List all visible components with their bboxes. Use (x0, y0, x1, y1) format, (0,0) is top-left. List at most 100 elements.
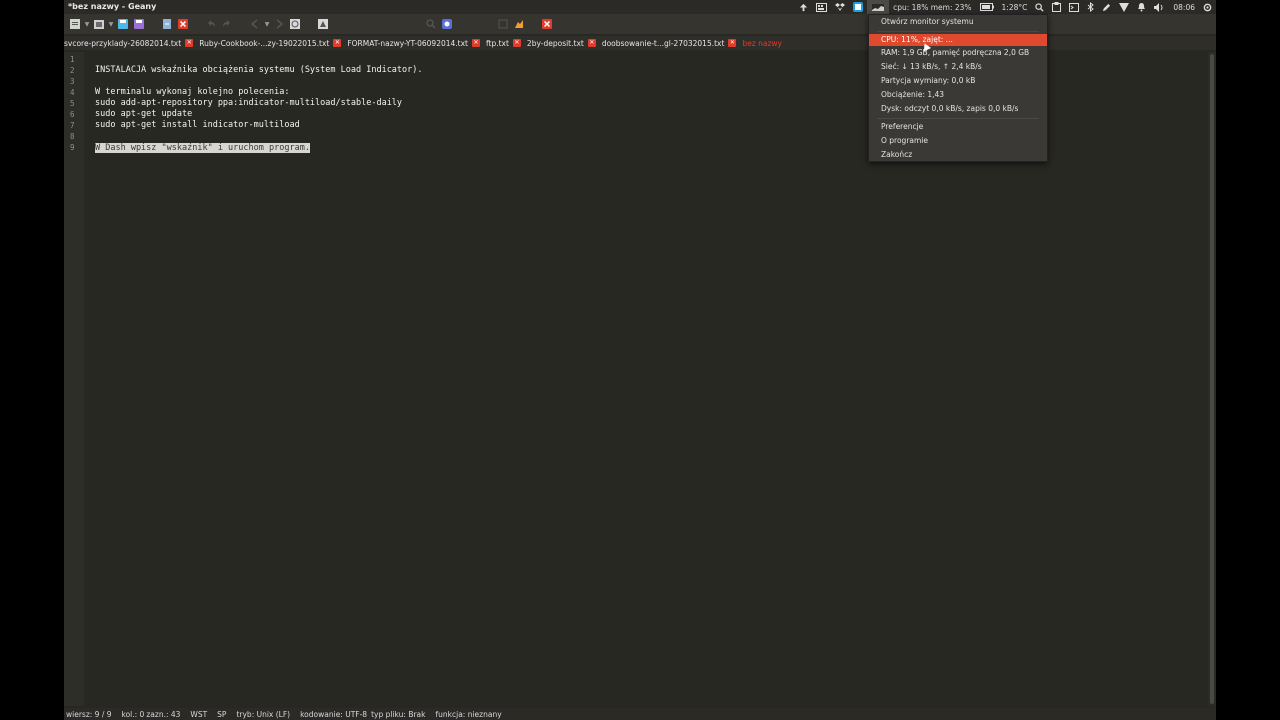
menu-item-network[interactable]: Sieć: ↓ 13 kB/s, ↑ 2,4 kB/s (881, 62, 982, 71)
pen-icon[interactable] (1098, 0, 1115, 14)
code-line-selected[interactable]: W Dash wpisz "wskaźnik" i uruchom progra… (95, 143, 310, 153)
status-col: kol.: 0 (121, 709, 145, 719)
new-file-button[interactable] (68, 17, 82, 31)
line-number: 5 (70, 99, 75, 108)
status-bar: wiersz: 9 / 9 kol.: 0 zazn.: 43 WST SP t… (64, 708, 1216, 720)
tab-document[interactable]: doobsowanie-t...gl-27032015.txt ✕ (602, 36, 743, 50)
tab-label: FORMAT-nazwy-YT-06092014.txt (347, 38, 468, 48)
app-indicator-icon[interactable] (849, 0, 867, 14)
menu-item-open-monitor[interactable]: Otwórz monitor systemu (881, 17, 974, 26)
menu-separator (877, 31, 1039, 32)
tab-document[interactable]: ftp.txt ✕ (486, 36, 527, 50)
code-line[interactable]: sudo apt-get install indicator-multiload (95, 120, 300, 130)
save-button[interactable] (116, 17, 130, 31)
line-number: 1 (70, 55, 75, 64)
search-icon[interactable] (1031, 0, 1048, 14)
top-panel: cpu: 18% mem: 23% 1:28°C 08:06 (795, 0, 1216, 14)
line-number: 3 (70, 77, 75, 86)
menu-item-about[interactable]: O programie (881, 136, 928, 145)
compile-button[interactable] (288, 17, 302, 31)
status-line: wiersz: 9 / 9 (66, 709, 112, 719)
status-encoding: kodowanie: UTF-8 (300, 709, 368, 719)
menu-item-swap[interactable]: Partycja wymiany: 0,0 kB (881, 76, 975, 85)
menu-item-cpu[interactable]: CPU: 11%, zajęt: ... (869, 34, 1047, 46)
navigate-back-button[interactable] (248, 17, 262, 31)
notification-bell-icon[interactable] (1133, 0, 1150, 14)
tab-document[interactable]: svcore-przyklady-26082014.txt ✕ (64, 36, 199, 50)
system-load-indicator-menu: Otwórz monitor systemu CPU: 11%, zajęt: … (868, 14, 1048, 162)
tab-close-icon[interactable]: ✕ (185, 39, 194, 47)
tab-close-icon[interactable]: ✕ (512, 39, 521, 47)
tab-document[interactable]: 2by-deposit.txt ✕ (527, 36, 602, 50)
temperature-text[interactable]: 1:28°C (998, 0, 1032, 14)
letterbox-right (1216, 0, 1280, 720)
code-line[interactable]: W terminalu wykonaj kolejno polecenia: (95, 87, 289, 97)
tab-label: bez nazwy (742, 38, 782, 48)
status-filetype: typ pliku: Brak (371, 709, 426, 719)
volume-icon[interactable] (1150, 0, 1169, 14)
editor-scrollbar[interactable] (1208, 52, 1216, 706)
terminal-icon[interactable] (1065, 0, 1083, 14)
menu-item-ram[interactable]: RAM: 1,9 GB, pamięć podręczna 2,0 GB (881, 48, 1029, 57)
power-gear-icon[interactable] (1199, 0, 1216, 14)
line-number: 4 (70, 88, 75, 97)
search-field-button[interactable] (424, 17, 438, 31)
tab-label: svcore-przyklady-26082014.txt (64, 38, 182, 48)
line-number: 9 (70, 143, 75, 152)
tab-close-icon[interactable]: ✕ (333, 39, 342, 47)
line-number: 6 (70, 110, 75, 119)
revert-button[interactable] (160, 17, 174, 31)
tab-document[interactable]: Ruby-Cookbook-...zy-19022015.txt ✕ (199, 36, 347, 50)
code-line[interactable]: sudo add-apt-repository ppa:indicator-mu… (95, 98, 402, 108)
status-selection: zazn.: 43 (146, 709, 181, 719)
quit-button[interactable] (540, 17, 554, 31)
clock-text[interactable]: 08:06 (1169, 0, 1199, 14)
status-indent: SP (217, 709, 227, 719)
battery-icon[interactable] (976, 0, 998, 14)
tab-label: 2by-deposit.txt (526, 38, 584, 48)
undo-button[interactable] (204, 17, 218, 31)
color-chooser-button[interactable] (512, 17, 526, 31)
multiload-graph-icon[interactable] (867, 0, 890, 14)
open-file-button[interactable] (92, 17, 106, 31)
navigate-forward-button[interactable] (272, 17, 286, 31)
line-number: 8 (70, 132, 75, 141)
menu-item-preferences[interactable]: Preferencje (881, 122, 923, 131)
status-eol-mode: tryb: Unix (LF) (236, 709, 291, 719)
menu-item-disk[interactable]: Dysk: odczyt 0,0 kB/s, zapis 0,0 kB/s (881, 104, 1018, 113)
goto-line-button[interactable] (496, 17, 510, 31)
keyboard-icon[interactable] (812, 0, 831, 14)
menu-separator (877, 118, 1039, 119)
tab-document[interactable]: FORMAT-nazwy-YT-06092014.txt ✕ (347, 36, 486, 50)
tab-label: ftp.txt (486, 38, 509, 48)
menu-item-quit[interactable]: Zakończ (881, 150, 912, 159)
tab-close-icon[interactable]: ✕ (472, 39, 480, 47)
line-number-gutter: 1 2 3 4 5 6 7 8 9 (64, 52, 84, 706)
redo-button[interactable] (220, 17, 234, 31)
code-line[interactable]: sudo apt-get update (95, 109, 192, 119)
navigate-back-dropdown-icon[interactable]: ▼ (264, 21, 270, 28)
system-monitor-text[interactable]: cpu: 18% mem: 23% (889, 0, 975, 14)
find-button[interactable] (440, 17, 454, 31)
save-all-button[interactable] (132, 17, 146, 31)
tab-close-icon[interactable]: ✕ (728, 39, 737, 47)
build-button[interactable] (316, 17, 330, 31)
letterbox-left (0, 0, 64, 720)
dropbox-icon[interactable] (831, 0, 849, 14)
open-file-dropdown-icon[interactable]: ▼ (108, 21, 114, 28)
new-file-dropdown-icon[interactable]: ▼ (84, 21, 90, 28)
clipboard-icon[interactable] (1048, 0, 1065, 14)
line-number: 2 (70, 66, 75, 75)
menu-item-load[interactable]: Obciążenie: 1,43 (881, 90, 944, 99)
network-icon[interactable] (1115, 0, 1133, 14)
status-insert-mode: WST (190, 709, 208, 719)
tab-document-active[interactable]: bez nazwy (742, 36, 788, 50)
code-line[interactable]: INSTALACJA wskaźnika obciążenia systemu … (95, 65, 423, 75)
status-scope: funkcja: nieznany (435, 709, 502, 719)
scrollbar-thumb[interactable] (1210, 54, 1214, 704)
upload-icon[interactable] (795, 0, 812, 14)
close-file-button[interactable] (176, 17, 190, 31)
bluetooth-icon[interactable] (1083, 0, 1098, 14)
tab-close-icon[interactable]: ✕ (587, 39, 596, 47)
tab-label: Ruby-Cookbook-...zy-19022015.txt (199, 38, 330, 48)
